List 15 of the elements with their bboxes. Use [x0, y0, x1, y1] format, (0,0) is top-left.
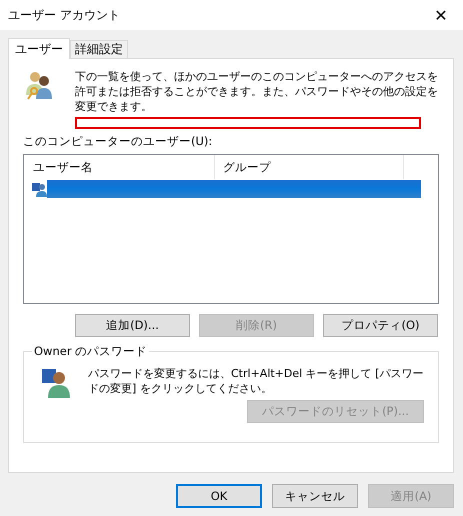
- user-list[interactable]: ユーザー名 グループ: [23, 154, 439, 304]
- list-button[interactable]: 追加(D)...: [75, 314, 190, 337]
- group-title: Owner のパスワード: [32, 344, 150, 359]
- column-header[interactable]: グループ: [215, 155, 404, 179]
- list-button[interactable]: プロパティ(O): [323, 314, 438, 337]
- tab[interactable]: ユーザー: [8, 38, 70, 59]
- password-info-text: パスワードを変更するには、Ctrl+Alt+Del キーを押して [パスワードの変更] をクリックしてください。: [88, 366, 424, 397]
- dialog-button[interactable]: OK: [176, 484, 262, 508]
- tab[interactable]: 詳細設定: [70, 40, 128, 58]
- close-button[interactable]: ✕: [419, 0, 463, 30]
- column-header[interactable]: ユーザー名: [25, 155, 215, 179]
- intro-text: 下の一覧を使って、ほかのユーザーのこのコンピューターへのアクセスを許可または拒否することができます。また、パスワードやその他の設定を変更できます。: [75, 69, 439, 114]
- window-title: ユーザー アカウント: [8, 6, 120, 24]
- dialog-button[interactable]: キャンセル: [272, 484, 358, 508]
- users-label: このコンピューターのユーザー(U):: [23, 134, 214, 149]
